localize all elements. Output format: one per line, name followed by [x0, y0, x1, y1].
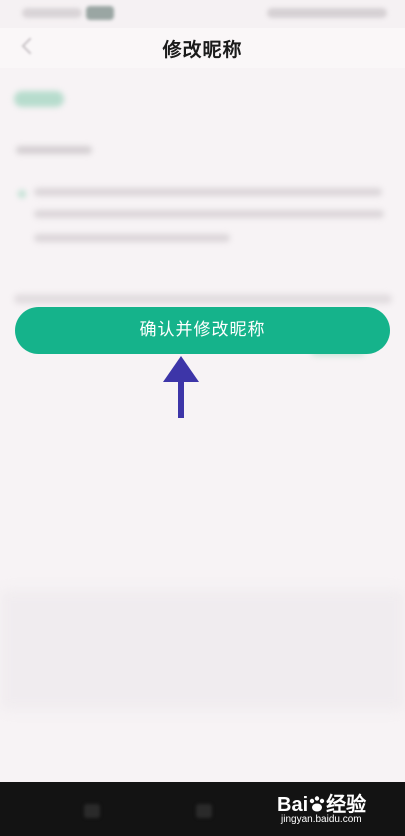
- blurred-tag: [14, 91, 64, 107]
- status-time-blur: [22, 8, 82, 18]
- baidu-paw-icon: [309, 796, 325, 812]
- status-bar: [0, 0, 405, 28]
- watermark-domain: jingyan.baidu.com: [281, 814, 362, 825]
- nav-bar: 修改昵称: [0, 28, 405, 68]
- blurred-paragraph-line: [34, 210, 384, 218]
- status-badge-blur: [86, 6, 114, 20]
- watermark-brand-left: Bai: [277, 794, 309, 816]
- watermark-brand-right: 经验: [326, 794, 367, 816]
- blurred-lower-content: [0, 590, 405, 710]
- system-back-icon[interactable]: [84, 804, 100, 818]
- system-home-icon[interactable]: [196, 804, 212, 818]
- watermark-brand: Bai 经验: [277, 788, 366, 817]
- blurred-divider: [14, 294, 392, 304]
- baidu-jingyan-watermark: Bai 经验 jingyan.baidu.com: [277, 788, 395, 832]
- blurred-paragraph-line: [34, 234, 230, 242]
- confirm-nickname-button[interactable]: 确认并修改昵称: [15, 307, 390, 354]
- pointer-arrow-icon: [163, 356, 199, 418]
- blurred-bullet-icon: [18, 190, 26, 198]
- page-title: 修改昵称: [162, 39, 243, 61]
- status-icons-blur: [267, 8, 387, 18]
- blurred-label: [16, 146, 92, 154]
- blurred-paragraph-line: [34, 188, 382, 196]
